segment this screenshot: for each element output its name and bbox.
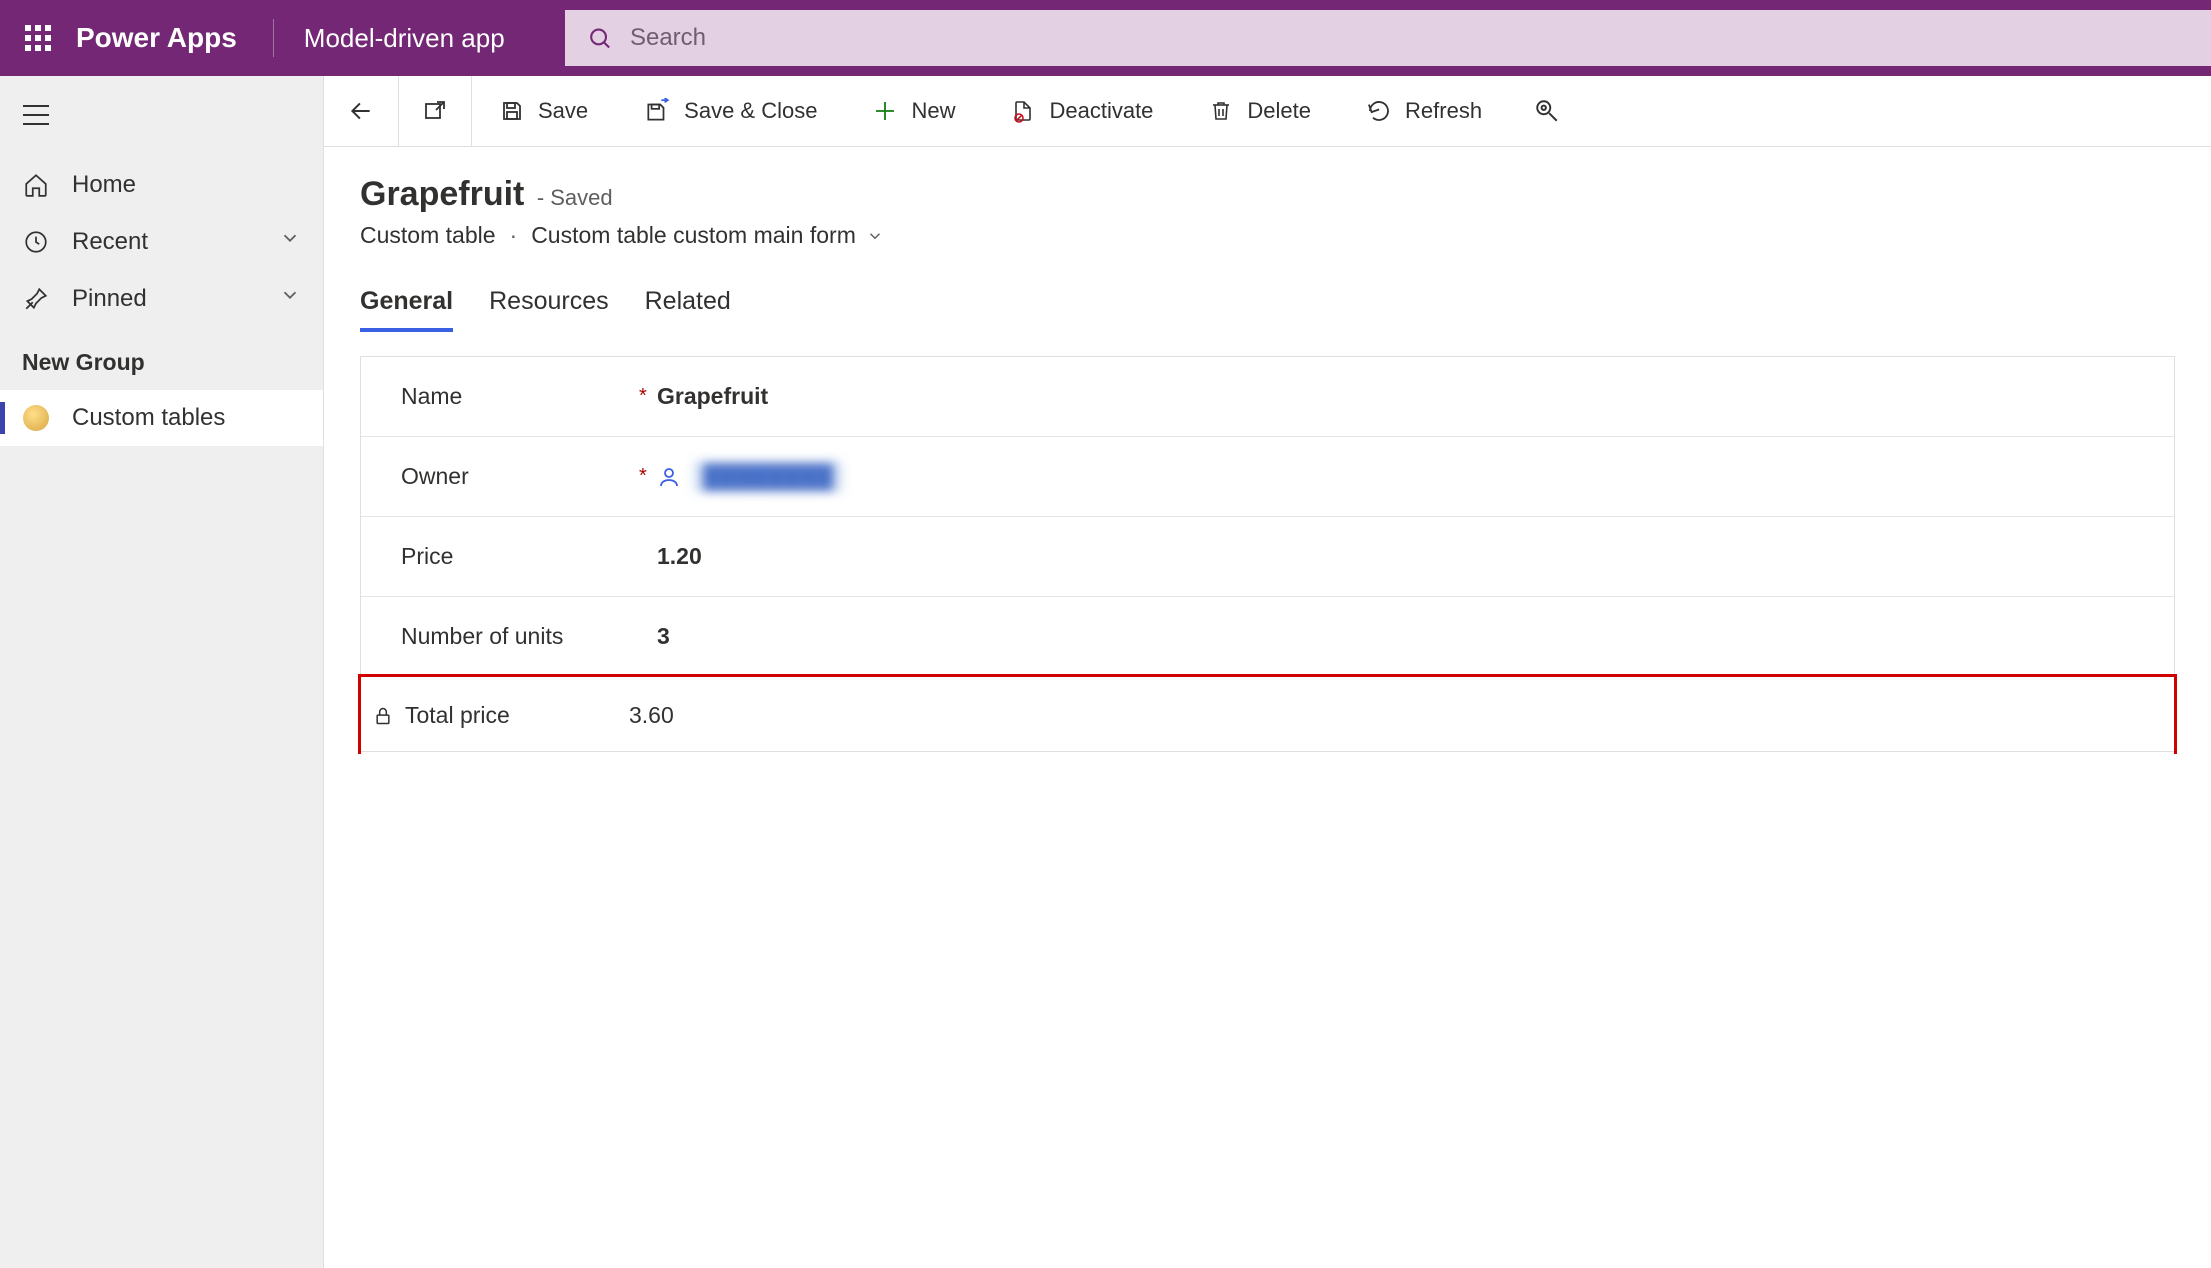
pin-icon — [22, 286, 50, 312]
entity-label: Custom table — [360, 222, 496, 249]
waffle-icon — [25, 25, 51, 51]
sidebar-toggle[interactable] — [0, 94, 323, 157]
form-tabs: General Resources Related — [324, 257, 2211, 332]
field-value-name[interactable]: Grapefruit — [657, 383, 768, 410]
hamburger-icon — [22, 104, 50, 126]
tab-related[interactable]: Related — [645, 287, 731, 332]
field-row-owner: Owner * ████████ — [361, 437, 2174, 517]
field-row-name: Name * Grapefruit — [361, 357, 2174, 437]
form-selector[interactable]: Custom table custom main form — [531, 222, 884, 249]
tab-resources[interactable]: Resources — [489, 287, 609, 332]
search-input[interactable] — [630, 24, 2189, 52]
popout-icon — [423, 99, 447, 123]
person-icon — [657, 465, 681, 489]
save-label: Save — [538, 98, 588, 124]
field-value-owner[interactable]: ████████ — [657, 461, 843, 492]
save-close-label: Save & Close — [684, 98, 817, 124]
sidebar-item-recent[interactable]: Recent — [0, 213, 323, 270]
plus-icon — [873, 99, 897, 123]
owner-name-redacted: ████████ — [693, 461, 843, 492]
sidebar-item-label: Pinned — [72, 285, 147, 313]
waffle-launcher[interactable] — [0, 25, 76, 51]
tab-general[interactable]: General — [360, 287, 453, 332]
form-area: Name * Grapefruit Owner * ████████ — [324, 332, 2211, 792]
sidebar-item-home[interactable]: Home — [0, 157, 323, 213]
record-title: Grapefruit — [360, 175, 524, 213]
record-status: - Saved — [537, 185, 613, 210]
field-value-total: 3.60 — [629, 702, 674, 729]
app-header: Power Apps Model-driven app — [0, 0, 2211, 76]
key-search-icon — [1534, 98, 1560, 124]
chevron-down-icon — [279, 227, 301, 256]
form-name-label: Custom table custom main form — [531, 222, 856, 249]
chevron-down-icon — [279, 284, 301, 313]
home-icon — [22, 172, 50, 198]
required-indicator: * — [639, 385, 657, 408]
field-label: Price — [401, 543, 453, 570]
save-button[interactable]: Save — [472, 76, 616, 146]
popout-button[interactable] — [399, 76, 471, 146]
arrow-left-icon — [348, 98, 374, 124]
app-name-label[interactable]: Model-driven app — [304, 23, 565, 54]
refresh-button[interactable]: Refresh — [1339, 76, 1510, 146]
sidebar-item-pinned[interactable]: Pinned — [0, 270, 323, 327]
check-access-button[interactable] — [1510, 76, 1584, 146]
search-icon — [587, 25, 612, 51]
command-bar: Save Save & Close New Deactivate Delete … — [324, 76, 2211, 147]
sidebar-item-custom-tables[interactable]: Custom tables — [0, 390, 323, 446]
deactivate-label: Deactivate — [1049, 98, 1153, 124]
sidebar: Home Recent Pinned New Group Custom tabl… — [0, 76, 324, 1268]
field-label: Name — [401, 383, 462, 410]
field-row-total-highlighted: Total price 3.60 — [358, 674, 2177, 754]
save-close-icon — [644, 98, 670, 124]
field-value-price[interactable]: 1.20 — [657, 543, 702, 570]
search-wrap — [565, 10, 2211, 66]
table-emoji-icon — [22, 405, 50, 431]
sidebar-item-label: Custom tables — [72, 404, 225, 432]
header-divider — [273, 19, 274, 57]
new-label: New — [911, 98, 955, 124]
deactivate-icon — [1011, 99, 1035, 123]
delete-label: Delete — [1247, 98, 1311, 124]
refresh-icon — [1367, 99, 1391, 123]
new-button[interactable]: New — [845, 76, 983, 146]
chevron-down-icon — [866, 227, 884, 245]
trash-icon — [1209, 99, 1233, 123]
form-table: Name * Grapefruit Owner * ████████ — [360, 356, 2175, 752]
brand-label[interactable]: Power Apps — [76, 22, 273, 54]
record-header: Grapefruit - Saved Custom table · Custom… — [324, 147, 2211, 257]
required-indicator: * — [639, 465, 657, 488]
field-label: Total price — [405, 702, 510, 729]
sidebar-group-label: New Group — [0, 327, 323, 390]
save-close-button[interactable]: Save & Close — [616, 76, 845, 146]
lock-icon — [373, 705, 393, 727]
sidebar-item-label: Recent — [72, 228, 148, 256]
delete-button[interactable]: Delete — [1181, 76, 1339, 146]
field-row-price: Price 1.20 — [361, 517, 2174, 597]
field-label: Owner — [401, 463, 469, 490]
clock-icon — [22, 229, 50, 255]
content-area: Save Save & Close New Deactivate Delete … — [324, 76, 2211, 1268]
save-icon — [500, 99, 524, 123]
sidebar-item-label: Home — [72, 171, 136, 199]
back-button[interactable] — [324, 76, 398, 146]
separator-dot: · — [510, 222, 518, 249]
refresh-label: Refresh — [1405, 98, 1482, 124]
search-box[interactable] — [565, 10, 2211, 66]
field-label: Number of units — [401, 623, 563, 650]
field-value-units[interactable]: 3 — [657, 623, 670, 650]
field-row-units: Number of units 3 — [361, 597, 2174, 677]
deactivate-button[interactable]: Deactivate — [983, 76, 1181, 146]
